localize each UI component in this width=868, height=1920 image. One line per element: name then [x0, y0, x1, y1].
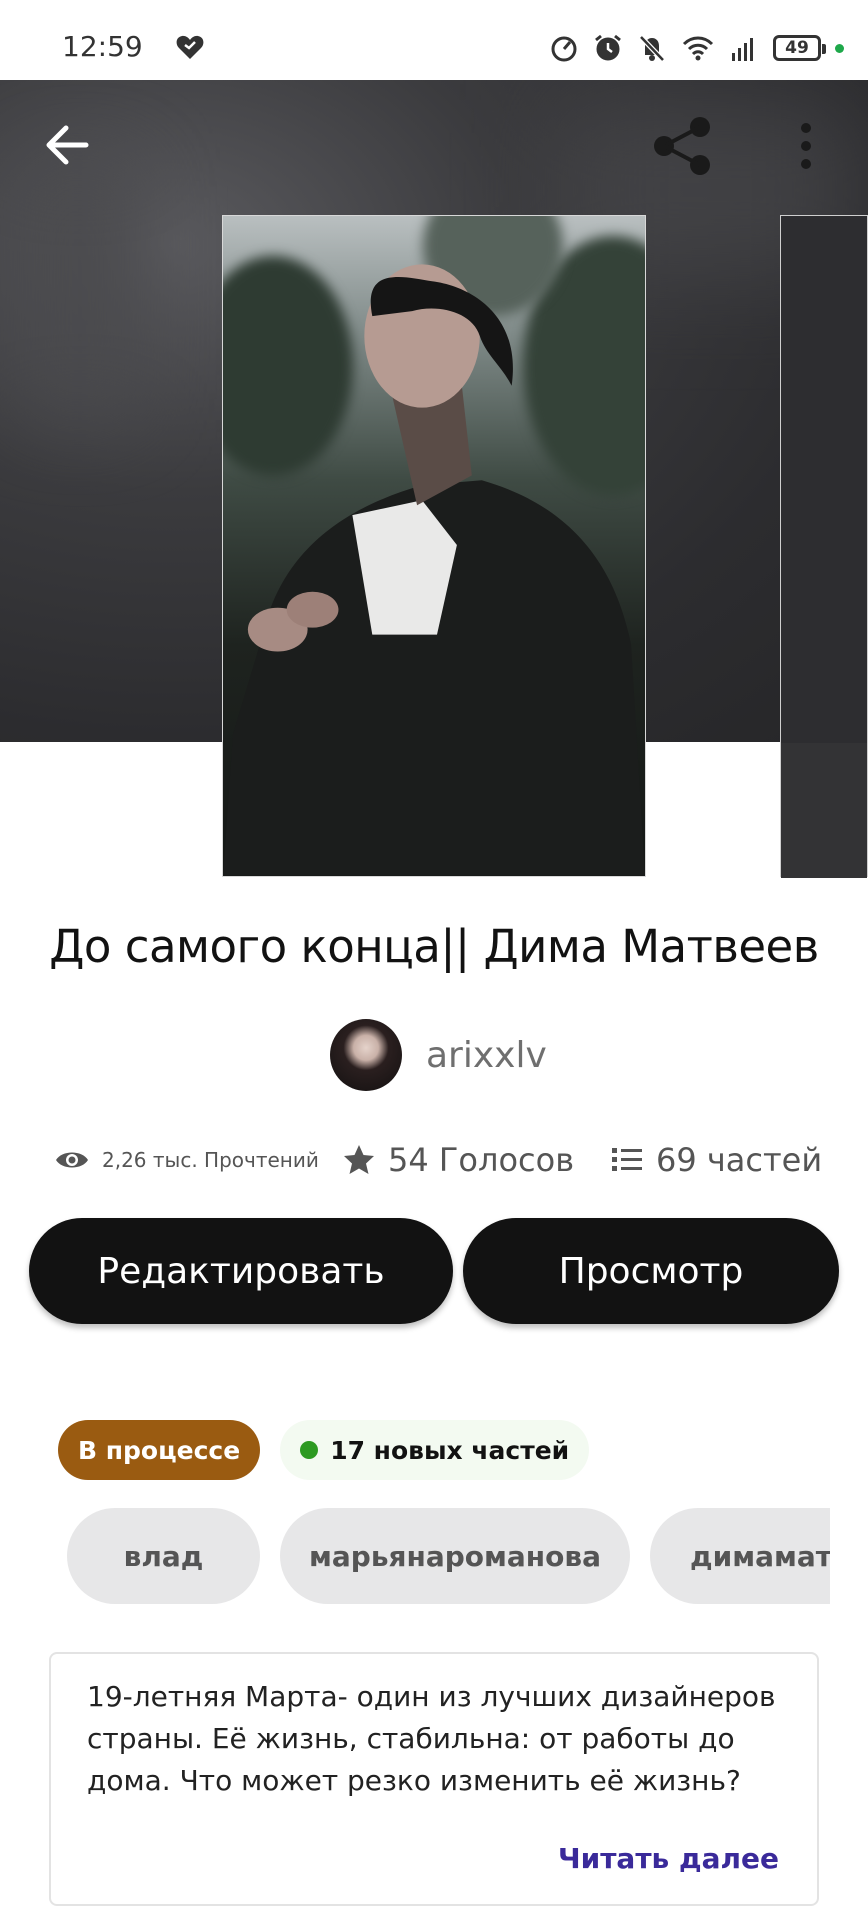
new-dot-icon	[300, 1441, 319, 1459]
status-icons: 49	[549, 30, 844, 66]
alarm-icon	[595, 34, 621, 61]
star-icon	[344, 1145, 374, 1174]
battery-icon: 49	[773, 35, 826, 61]
more-vertical-icon[interactable]	[796, 122, 816, 170]
tag-chip[interactable]: влад	[67, 1508, 260, 1604]
heart-icon	[176, 35, 204, 59]
votes-stat: 54 Голосов	[342, 1130, 574, 1190]
hero-background	[20, 160, 140, 420]
new-parts-label: 17 новых частей	[330, 1435, 570, 1465]
badges-row: В процессе 17 новых частей	[58, 1420, 590, 1480]
tag-chip[interactable]: марьянароманова	[280, 1508, 630, 1604]
parts-stat: 69 частей	[610, 1130, 822, 1190]
preview-button[interactable]: Просмотр	[463, 1218, 839, 1324]
reads-stat: 2,26 тыс. Прочтений	[54, 1130, 319, 1190]
parts-count: 69 частей	[656, 1141, 823, 1179]
avatar[interactable]	[330, 1019, 402, 1091]
signal-icon	[732, 38, 753, 61]
eye-icon	[56, 1152, 88, 1168]
status-badge: В процессе	[58, 1420, 261, 1480]
description-text: 19-летняя Марта- один из лучших дизайнер…	[87, 1680, 776, 1797]
status-bar: 12:59 49	[0, 0, 868, 80]
author-link[interactable]: arixxlv	[330, 1018, 547, 1092]
votes-count: 54 Голосов	[388, 1141, 575, 1179]
mute-icon	[639, 35, 665, 62]
story-title: До самого конца|| Дима Матвеев	[49, 920, 819, 973]
tags-scroller[interactable]: влад марьянароманова димаматвеев	[67, 1508, 830, 1604]
story-cover-image[interactable]	[222, 215, 646, 877]
description-card: 19-летняя Марта- один из лучших дизайнер…	[49, 1652, 819, 1906]
author-name[interactable]: arixxlv	[426, 1035, 547, 1076]
read-more-link[interactable]: Читать далее	[558, 1842, 779, 1875]
status-time: 12:59	[62, 30, 143, 63]
share-icon[interactable]	[652, 116, 714, 176]
new-parts-badge: 17 новых частей	[280, 1420, 590, 1480]
edit-button[interactable]: Редактировать	[29, 1218, 453, 1324]
cover-person	[223, 264, 645, 876]
list-icon	[612, 1148, 642, 1171]
tag-chip[interactable]: димаматвеев	[650, 1508, 830, 1604]
story-stats: 2,26 тыс. Прочтений 54 Голосов 69 частей	[0, 1130, 868, 1190]
speed-icon	[551, 36, 577, 62]
back-icon[interactable]	[44, 122, 90, 168]
privacy-indicator-dot	[835, 43, 844, 53]
reads-count: 2,26 тыс. Прочтений	[102, 1148, 319, 1172]
next-story-cover[interactable]	[780, 215, 868, 878]
wifi-icon	[682, 36, 714, 61]
